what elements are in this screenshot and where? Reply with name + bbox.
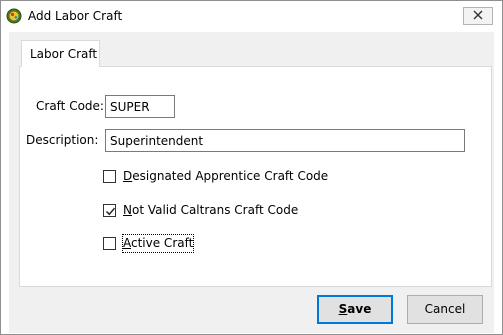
description-label: Description: (26, 133, 99, 147)
active-craft-label: Active Craft (121, 234, 195, 253)
active-craft-checkbox-row[interactable]: Active Craft (103, 234, 223, 253)
designated-apprentice-label: Designated Apprentice Craft Code (123, 169, 329, 183)
cancel-button[interactable]: Cancel (407, 295, 483, 324)
description-input[interactable] (105, 129, 465, 152)
close-button[interactable] (463, 7, 493, 25)
craft-code-label: Craft Code: (36, 99, 104, 113)
app-icon (6, 8, 22, 24)
active-craft-checkbox[interactable] (103, 237, 116, 250)
designated-apprentice-checkbox[interactable] (103, 170, 116, 183)
checkmark-icon (105, 207, 116, 216)
tab-labor-craft[interactable]: Labor Craft (21, 40, 100, 67)
save-button[interactable]: Save (317, 295, 393, 324)
close-icon (473, 9, 483, 23)
not-valid-caltrans-checkbox-row[interactable]: Not Valid Caltrans Craft Code (103, 202, 343, 218)
title-bar[interactable]: Add Labor Craft (1, 1, 502, 31)
designated-apprentice-checkbox-row[interactable]: Designated Apprentice Craft Code (103, 168, 363, 184)
craft-code-input[interactable] (105, 95, 175, 118)
tab-label: Labor Craft (30, 47, 98, 61)
window-title: Add Labor Craft (28, 9, 123, 23)
labor-craft-tab-panel: Craft Code: Description: Designated Appr… (19, 66, 492, 287)
dialog-client-area: Labor Craft Craft Code: Description: Des… (9, 32, 494, 333)
add-labor-craft-dialog: Add Labor Craft Labor Craft Craft Code: … (0, 0, 503, 335)
not-valid-caltrans-label: Not Valid Caltrans Craft Code (123, 203, 299, 217)
not-valid-caltrans-checkbox[interactable] (103, 204, 116, 217)
